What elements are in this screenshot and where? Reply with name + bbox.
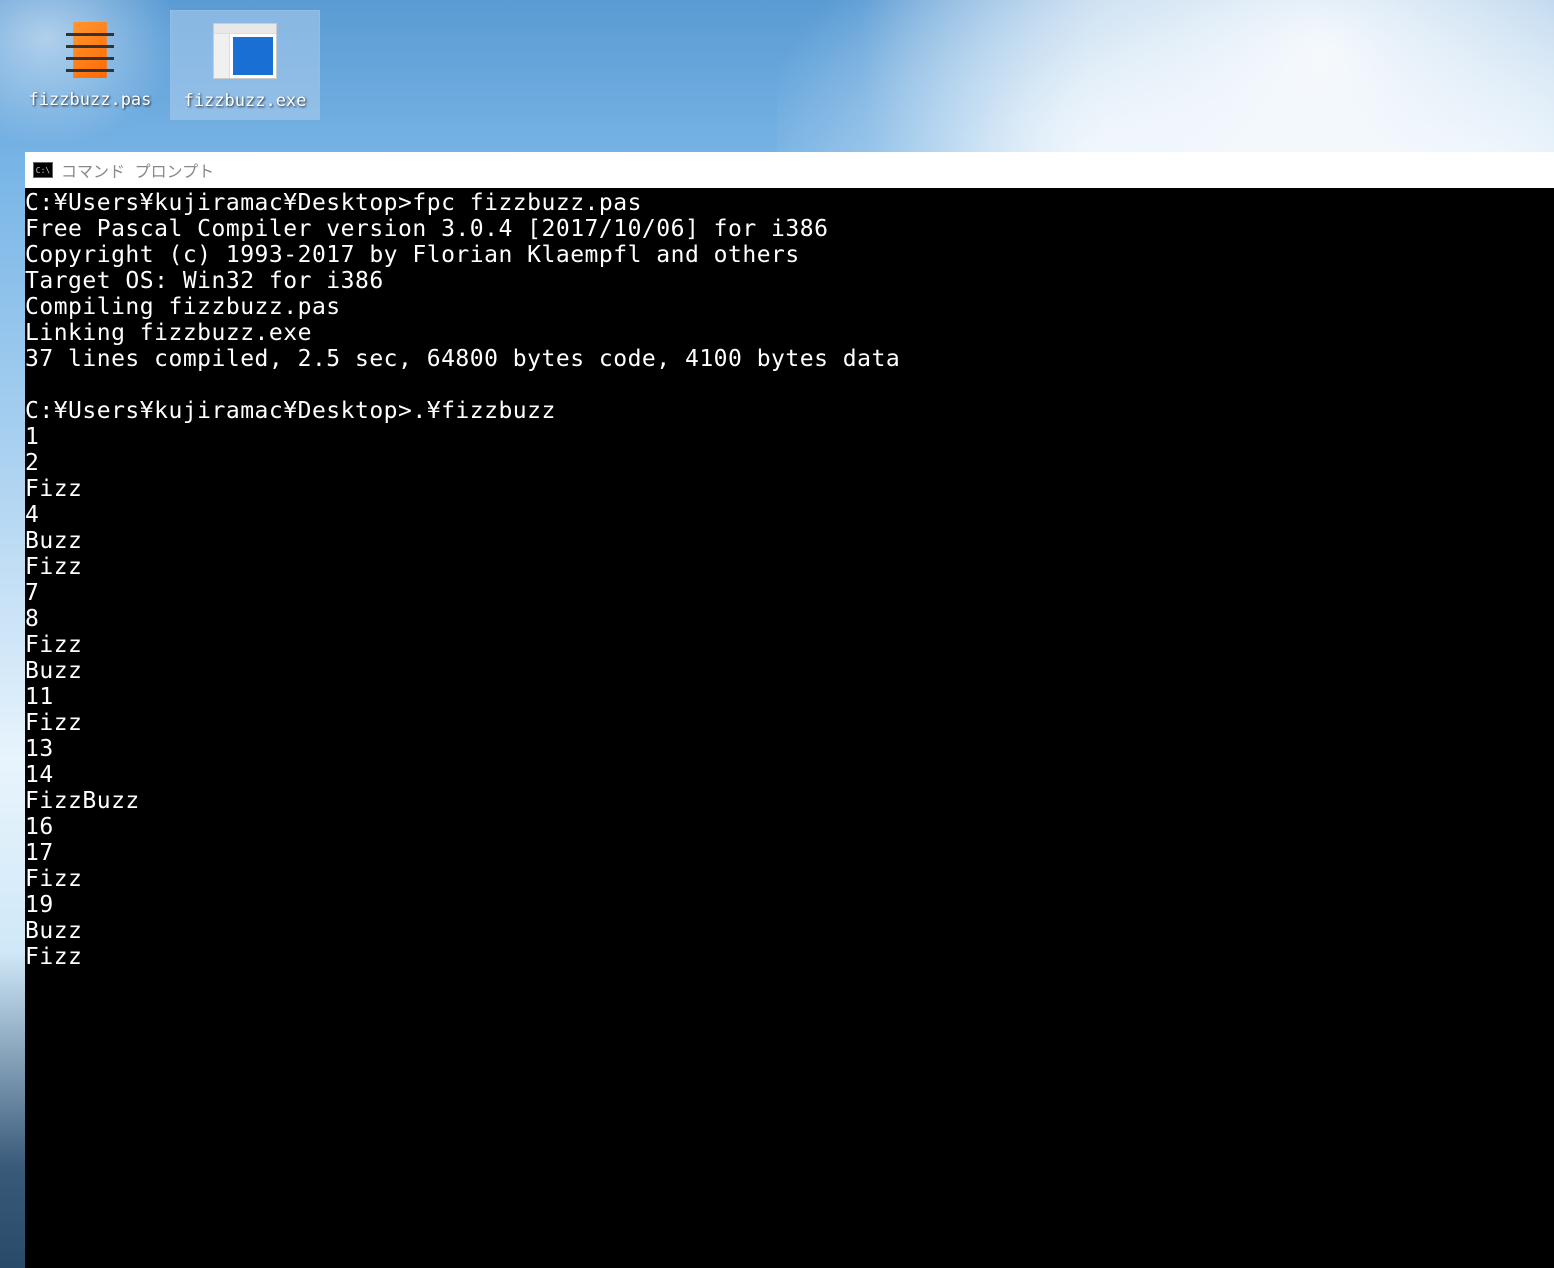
terminal-line: Linking fizzbuzz.exe [25,320,1554,346]
terminal-line: 1 [25,424,1554,450]
terminal-line: Fizz [25,554,1554,580]
terminal-line: Buzz [25,528,1554,554]
terminal-line: 17 [25,840,1554,866]
terminal-line: Fizz [25,476,1554,502]
terminal-line: 2 [25,450,1554,476]
terminal-line: Fizz [25,866,1554,892]
terminal-line: 14 [25,762,1554,788]
terminal-line [25,372,1554,398]
terminal-line: 37 lines compiled, 2.5 sec, 64800 bytes … [25,346,1554,372]
terminal-line: Target OS: Win32 for i386 [25,268,1554,294]
pascal-file-icon [66,22,114,78]
terminal-line: 8 [25,606,1554,632]
desktop-icon-fizzbuzz-pas[interactable]: fizzbuzz.pas [15,10,165,118]
window-titlebar[interactable]: C:\ コマンド プロンプト [25,152,1554,188]
desktop-icon-label: fizzbuzz.pas [29,90,152,110]
terminal-line: C:¥Users¥kujiramac¥Desktop>fpc fizzbuzz.… [25,190,1554,216]
terminal-line: Compiling fizzbuzz.pas [25,294,1554,320]
terminal-line: 4 [25,502,1554,528]
file-icon [58,18,122,82]
terminal-line: Free Pascal Compiler version 3.0.4 [2017… [25,216,1554,242]
terminal-line: Fizz [25,944,1554,970]
command-prompt-icon: C:\ [33,162,53,178]
terminal-line: 7 [25,580,1554,606]
terminal-line: C:¥Users¥kujiramac¥Desktop>.¥fizzbuzz [25,398,1554,424]
terminal-line: Fizz [25,632,1554,658]
terminal-line: FizzBuzz [25,788,1554,814]
executable-file-icon [213,23,277,79]
terminal-line: 16 [25,814,1554,840]
terminal-output[interactable]: C:¥Users¥kujiramac¥Desktop>fpc fizzbuzz.… [25,188,1554,1268]
terminal-line: Buzz [25,918,1554,944]
terminal-line: 11 [25,684,1554,710]
terminal-line: Buzz [25,658,1554,684]
command-prompt-window[interactable]: C:\ コマンド プロンプト C:¥Users¥kujiramac¥Deskto… [25,152,1554,1268]
file-icon [213,19,277,83]
desktop-icon-label: fizzbuzz.exe [184,91,307,111]
terminal-line: 19 [25,892,1554,918]
terminal-line: Copyright (c) 1993-2017 by Florian Klaem… [25,242,1554,268]
desktop-icon-fizzbuzz-exe[interactable]: fizzbuzz.exe [170,10,320,120]
terminal-line: Fizz [25,710,1554,736]
window-title: コマンド プロンプト [61,158,214,182]
terminal-line: 13 [25,736,1554,762]
